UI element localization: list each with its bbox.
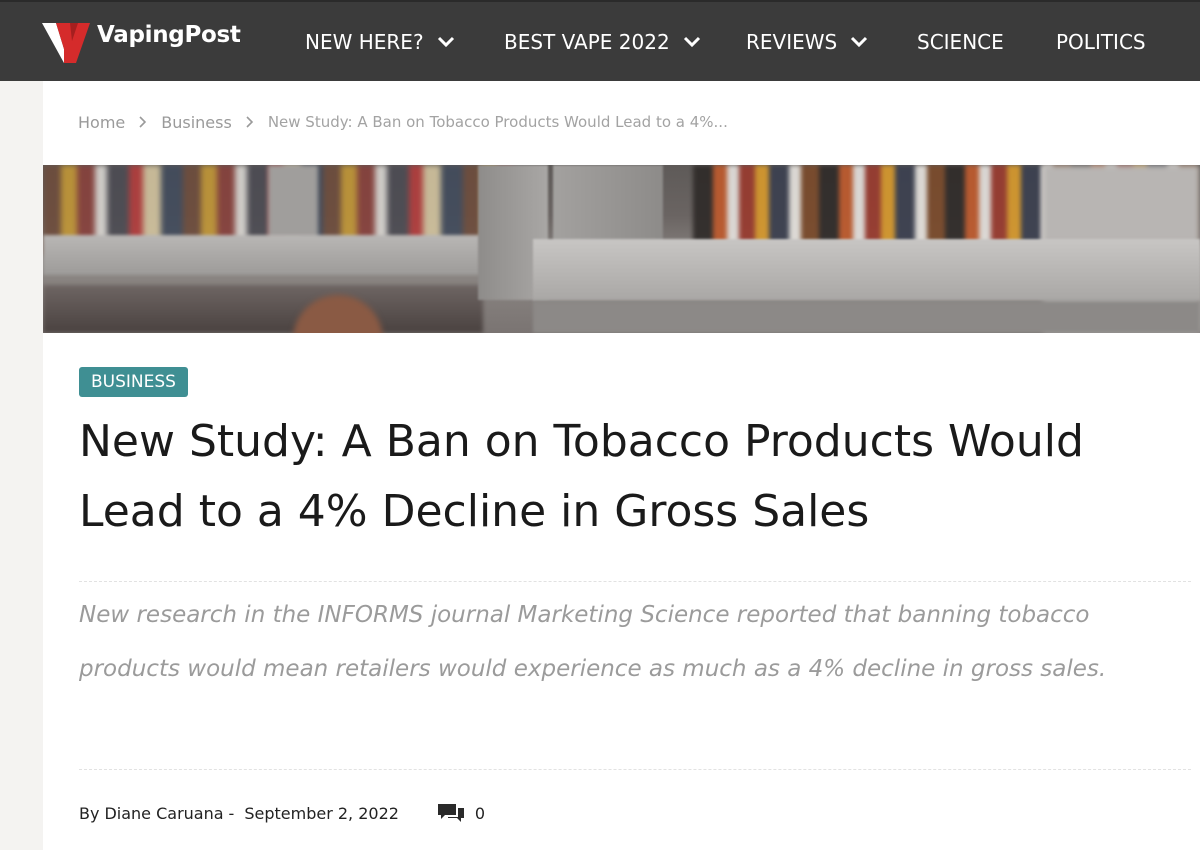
publish-date: September 2, 2022 [244, 803, 399, 823]
nav-new-here[interactable]: NEW HERE? [305, 28, 455, 56]
nav-politics[interactable]: POLITICS [1056, 28, 1146, 56]
shelf-shadow [43, 285, 483, 333]
article-title: New Study: A Ban on Tobacco Products Wou… [79, 416, 1084, 537]
breadcrumb-current: New Study: A Ban on Tobacco Products Wou… [267, 113, 728, 131]
top-navbar: VapingPost NEW HERE? BEST VAPE 2022 REVI… [0, 0, 1200, 81]
divider [79, 769, 1191, 770]
shelf-divider [553, 165, 663, 245]
nav-label: REVIEWS [746, 30, 838, 54]
shelf-divider [268, 165, 318, 240]
byline-separator: - [228, 803, 235, 823]
shelf-left [43, 235, 513, 275]
vapingpost-logo-icon [42, 23, 90, 63]
byline-prefix: By [79, 803, 100, 823]
chevron-down-icon [437, 36, 455, 48]
article-container: Home Business New Study: A Ban on Tobacc… [43, 81, 1200, 850]
nav-label: POLITICS [1056, 30, 1146, 54]
author-link[interactable]: Diane Caruana [104, 804, 223, 823]
nav-reviews[interactable]: REVIEWS [746, 28, 868, 56]
comment-count: 0 [474, 803, 486, 823]
site-logo[interactable]: VapingPost [42, 19, 241, 63]
hero-image [43, 165, 1200, 333]
category-badge[interactable]: BUSINESS [79, 367, 188, 397]
breadcrumb-home-link[interactable]: Home [78, 113, 125, 132]
chevron-down-icon [683, 36, 701, 48]
nav-label: BEST VAPE 2022 [504, 30, 670, 54]
comments-icon [437, 804, 464, 822]
article-excerpt: New research in the INFORMS journal Mark… [79, 602, 1107, 682]
breadcrumb-business-link[interactable]: Business [161, 113, 232, 132]
shelf-right-face [533, 301, 1200, 333]
comments-link[interactable]: 0 [437, 803, 485, 823]
chevron-right-icon [246, 116, 254, 128]
shelf-right [533, 239, 1200, 301]
nav-label: NEW HERE? [305, 30, 424, 54]
nav-best-vape-2022[interactable]: BEST VAPE 2022 [504, 28, 701, 56]
logo-text: VapingPost [97, 22, 241, 48]
divider [79, 581, 1191, 582]
chevron-right-icon [139, 116, 147, 128]
breadcrumb: Home Business New Study: A Ban on Tobacc… [78, 111, 728, 133]
nav-label: SCIENCE [917, 30, 1004, 54]
nav-science[interactable]: SCIENCE [917, 28, 1004, 56]
chevron-down-icon [850, 36, 868, 48]
article-meta: By Diane Caruana - September 2, 2022 0 [79, 801, 485, 825]
